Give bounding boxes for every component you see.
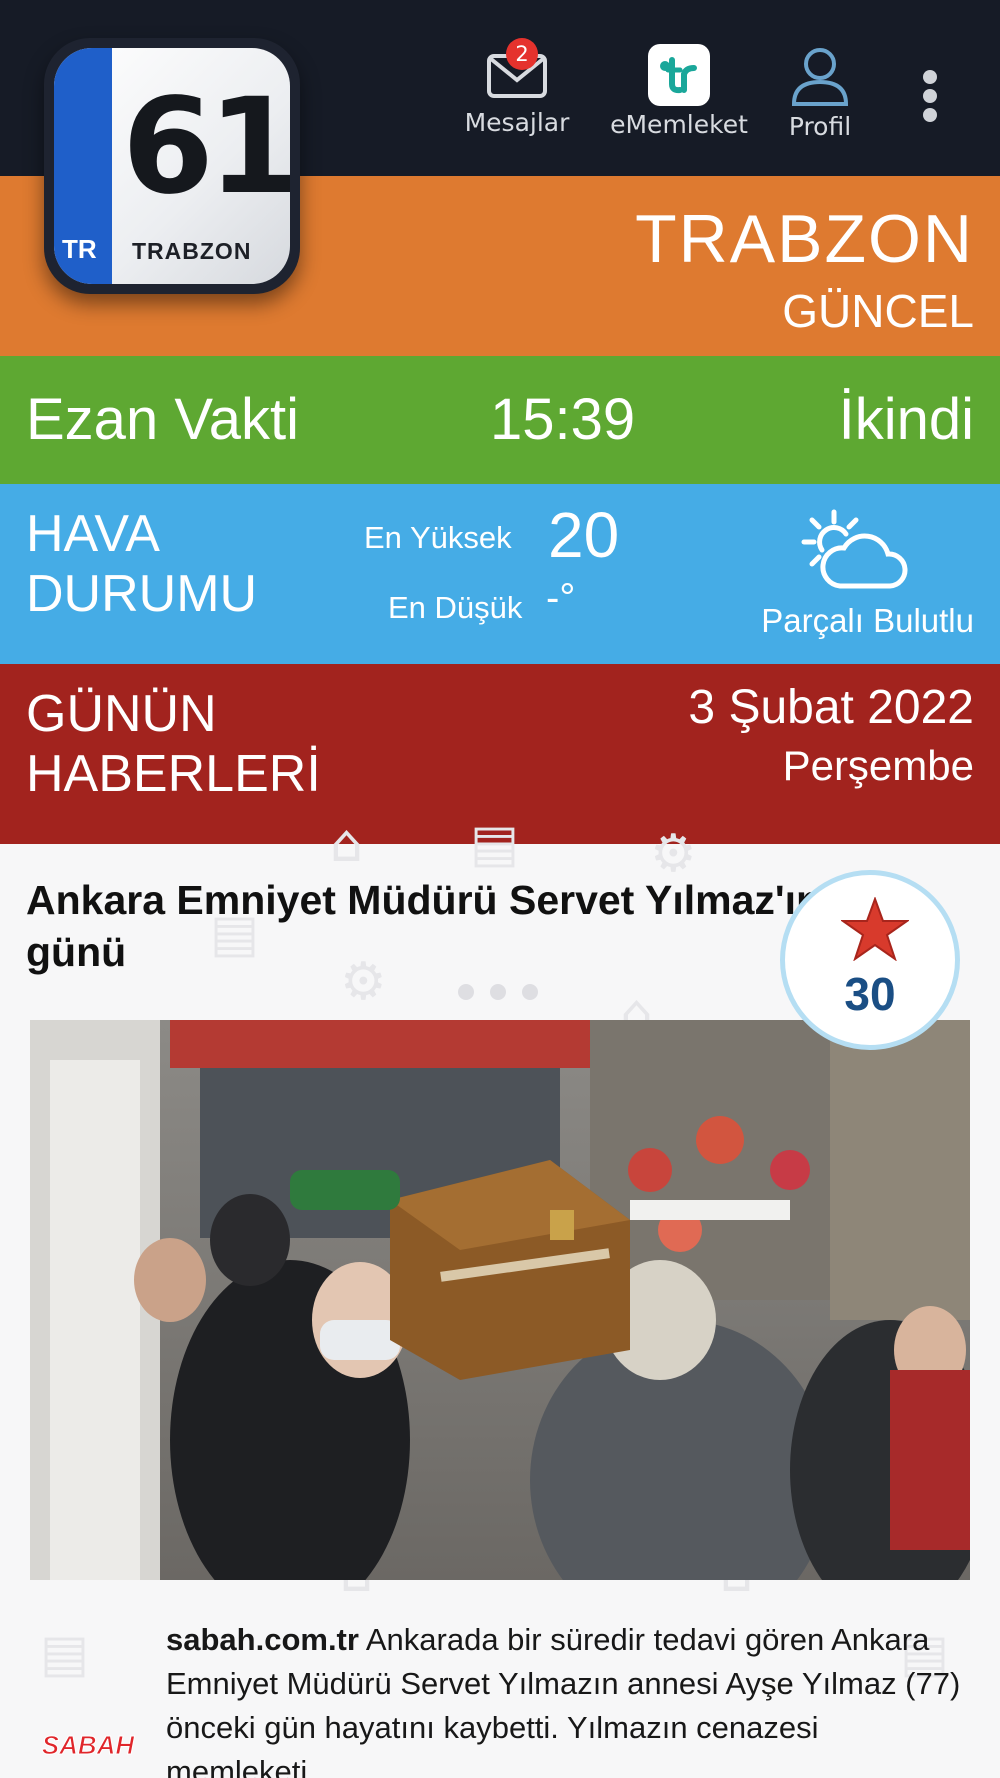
document-icon: ▤: [40, 1624, 90, 1684]
building-icon: ⌂: [330, 814, 364, 874]
messages-label: Mesajlar: [464, 108, 570, 137]
prayer-time-card[interactable]: Ezan Vakti 15:39 İkindi: [0, 356, 1000, 484]
weather-title: HAVA DURUMU: [26, 504, 257, 624]
messages-badge: 2: [506, 38, 538, 70]
star-icon: [841, 897, 909, 961]
app-screen: 2 Mesajlar eMemleket Profil TRABZON GÜNC…: [0, 0, 1000, 1778]
prayer-label: Ezan Vakti: [26, 387, 299, 452]
news-title-line2: HABERLERİ: [26, 745, 321, 803]
profile-label: Profil: [788, 112, 852, 141]
source-logo-text: SABAH: [42, 1730, 136, 1760]
weather-title-line1: HAVA: [26, 505, 160, 563]
article-summary[interactable]: sabah.com.tr Ankarada bir süredir tedavi…: [166, 1618, 966, 1778]
ememleket-icon: [648, 44, 710, 106]
plate-city: TRABZON: [132, 238, 252, 264]
source-logo: SABAH: [41, 1730, 136, 1761]
ememleket-button[interactable]: eMemleket: [606, 44, 752, 139]
article-score: 30: [844, 968, 896, 1020]
high-temp-label: En Yüksek: [364, 520, 512, 555]
mail-icon: 2: [482, 38, 552, 104]
news-feed[interactable]: ⌂ ▤ ⚙ ⚙ ▤ ⌂ ▤ ⌂ ⌂ ▤ Ankara Emniyet Müdür…: [0, 814, 1000, 1778]
city-subtitle: GÜNCEL: [782, 285, 974, 337]
weather-title-line2: DURUMU: [26, 565, 258, 623]
article-score-badge[interactable]: 30: [780, 870, 960, 1050]
source-name: sabah.com.tr: [166, 1622, 359, 1657]
profile-button[interactable]: Profil: [770, 44, 870, 141]
more-vertical-icon[interactable]: [918, 70, 942, 134]
pagination-dots: [458, 984, 554, 1004]
news-title-line1: GÜNÜN: [26, 685, 217, 743]
news-weekday: Perşembe: [782, 742, 974, 789]
weather-card[interactable]: HAVA DURUMU En Yüksek 20 En Düşük -° Par…: [0, 484, 1000, 664]
weather-condition: Parçalı Bulutlu: [761, 602, 974, 639]
user-icon: [789, 44, 851, 108]
messages-button[interactable]: 2 Mesajlar: [452, 38, 582, 137]
plate-country-code: TR: [62, 234, 97, 264]
city-name: TRABZON: [635, 201, 974, 277]
prayer-name: İkindi: [838, 387, 974, 452]
app-logo[interactable]: 61 TR TRABZON: [44, 38, 300, 294]
ememleket-label: eMemleket: [610, 110, 748, 139]
partly-cloudy-icon: [800, 508, 910, 598]
low-temp-value: -°: [546, 576, 576, 620]
high-temp-value: 20: [548, 499, 620, 571]
low-temp-label: En Düşük: [388, 590, 523, 625]
document-icon: ▤: [470, 814, 520, 874]
prayer-time: 15:39: [490, 387, 636, 452]
article-photo[interactable]: [30, 1020, 990, 1640]
news-section-title: GÜNÜN HABERLERİ: [26, 684, 321, 804]
plate-number: 61: [122, 70, 290, 224]
news-date: 3 Şubat 2022: [688, 681, 974, 734]
